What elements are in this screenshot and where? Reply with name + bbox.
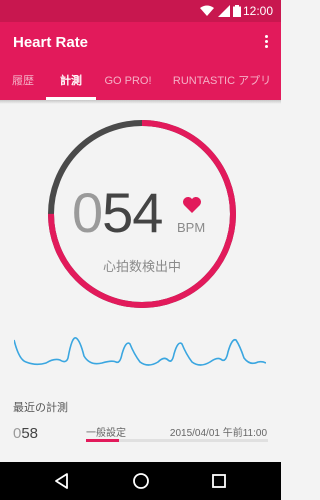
recent-progress-fill	[86, 439, 119, 442]
pulse-wave-line	[14, 337, 266, 366]
app-title: Heart Rate	[13, 34, 89, 51]
recents-icon[interactable]	[209, 471, 229, 491]
bpm-number: 54	[102, 181, 163, 244]
battery-icon	[233, 5, 241, 17]
tab-runtastic-apps[interactable]: RUNTASTIC アプリ	[166, 64, 278, 100]
tab-shadow	[0, 100, 281, 104]
measuring-status: 心拍数検出中	[102, 259, 181, 274]
pulse-waveform	[14, 337, 266, 366]
recent-mode: 一般設定	[86, 428, 126, 439]
recent-number: 58	[21, 425, 39, 442]
status-bar: 12:00	[0, 0, 281, 22]
bpm-leading-zero: 0	[72, 181, 103, 244]
recent-measurement-label: 最近の計測	[13, 402, 68, 414]
home-icon[interactable]	[131, 471, 151, 491]
signal-icon	[218, 5, 230, 17]
tab-measure[interactable]: 計測	[46, 64, 96, 100]
tab-history[interactable]: 履歴	[3, 64, 43, 100]
bpm-readout: 054 BPM 心拍数検出中	[46, 118, 238, 310]
bpm-unit: BPM	[177, 220, 206, 235]
tab-bar: 履歴 計測 GO PRO! RUNTASTIC アプリ	[0, 64, 281, 100]
heart-icon	[183, 197, 201, 213]
more-vert-icon[interactable]	[261, 33, 271, 51]
clock: 12:00	[242, 4, 273, 18]
wifi-icon	[200, 5, 214, 16]
tab-go-pro[interactable]: GO PRO!	[99, 64, 157, 100]
recent-measurement-value[interactable]: 058	[13, 425, 38, 442]
bpm-value: 054	[72, 180, 163, 245]
recent-date: 2015/04/01 午前11:00	[169, 428, 267, 439]
app-bar: Heart Rate	[0, 22, 281, 64]
back-icon[interactable]	[52, 471, 72, 491]
recent-progress-bar	[86, 439, 268, 442]
navigation-bar	[0, 462, 281, 500]
